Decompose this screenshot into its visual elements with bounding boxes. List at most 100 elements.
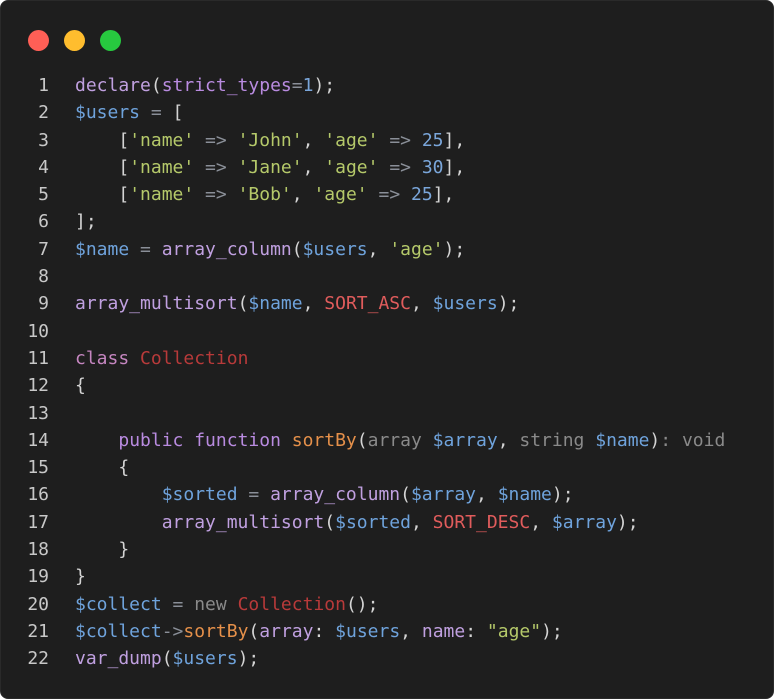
code-token: ( <box>150 75 162 96</box>
code-token: { <box>75 457 130 479</box>
minimize-button[interactable] <box>64 30 85 51</box>
line-source: array_multisort($sorted, SORT_DESC, $arr… <box>75 509 639 536</box>
code-token: , <box>400 620 422 642</box>
code-line: 14 public function sortBy(array $array, … <box>1 427 774 454</box>
line-source: array_multisort($name, SORT_ASC, $users)… <box>75 290 519 317</box>
code-token: new <box>194 593 238 615</box>
code-token: } <box>75 539 130 561</box>
code-token: 'age' <box>324 129 379 151</box>
code-token: { <box>75 375 86 397</box>
code-token: $sorted <box>161 484 238 506</box>
code-line: 20 $collect = new Collection(); <box>1 591 774 618</box>
code-token: ); <box>237 648 260 670</box>
code-token: , <box>302 293 325 315</box>
code-line: 4 ['name' => 'Jane', 'age' => 30], <box>1 154 774 181</box>
code-token: array_multisort <box>75 293 238 315</box>
code-token: ( <box>324 511 336 533</box>
code-token: public function <box>118 429 292 451</box>
code-line: 11 class Collection <box>1 345 774 372</box>
code-token: var_dump <box>75 648 162 670</box>
line-source: ['name' => 'Bob', 'age' => 25], <box>75 181 454 208</box>
code-token: : void <box>660 429 726 451</box>
code-line: 12 { <box>1 372 774 399</box>
code-line: 15 { <box>1 454 774 481</box>
code-token: $users <box>172 648 238 670</box>
line-source: ['name' => 'Jane', 'age' => 30], <box>75 154 465 181</box>
line-source: { <box>75 454 129 481</box>
code-line: 7 $name = array_column($users, 'age'); <box>1 236 774 263</box>
line-number: 19 <box>27 566 49 588</box>
maximize-button[interactable] <box>100 30 121 51</box>
line-number: 14 <box>27 429 49 451</box>
code-token: $name <box>248 293 303 315</box>
code-token: strict_types <box>161 75 292 96</box>
code-block: 1 declare(strict_types=1); 2 $users = [3 ['… <box>1 72 774 673</box>
code-token: ); <box>541 620 563 642</box>
code-token: $users <box>432 293 498 315</box>
code-token: [ <box>172 102 184 124</box>
code-line: 19} <box>1 563 774 590</box>
code-token: array_multisort <box>161 511 325 533</box>
line-source: } <box>75 563 86 590</box>
code-token: ); <box>313 75 336 96</box>
code-token: $collect <box>75 593 162 615</box>
code-token: Collection <box>140 347 249 369</box>
code-token: , <box>476 484 498 506</box>
code-line: 3 ['name' => 'John', 'age' => 25], <box>1 127 774 154</box>
code-token: ], <box>443 129 466 151</box>
line-source: $collect->sortBy(array: $users, name: "a… <box>75 618 563 645</box>
code-token: = <box>129 238 162 260</box>
code-line: 8 <box>1 263 774 290</box>
code-line: 16 $sorted = array_column($array, $name)… <box>1 481 774 508</box>
line-source: } <box>75 536 129 563</box>
code-line: 5 ['name' => 'Bob', 'age' => 25], <box>1 181 774 208</box>
code-token: ( <box>248 620 260 642</box>
line-number: 8 <box>38 266 49 288</box>
code-token: string <box>519 429 596 451</box>
line-number: 2 <box>38 102 49 124</box>
code-line: 13 <box>1 400 774 427</box>
code-token: , <box>410 293 433 315</box>
code-token: ( <box>356 429 368 451</box>
line-number: 5 <box>38 184 49 206</box>
line-number: 4 <box>38 156 49 178</box>
code-token: $array <box>410 484 476 506</box>
code-token: = <box>140 102 173 124</box>
code-token: : <box>313 620 336 642</box>
code-token: $users <box>302 238 368 260</box>
code-token: -> <box>161 620 184 642</box>
code-token: 30 <box>421 156 444 178</box>
code-line: 21 $collect->sortBy(array: $users, name: … <box>1 618 774 645</box>
close-button[interactable] <box>28 30 49 51</box>
line-source: ]; <box>75 208 97 235</box>
code-window: 1 declare(strict_types=1); 2 $users = [3 ['… <box>0 0 774 699</box>
code-token: , <box>302 129 325 151</box>
line-number: 3 <box>38 129 49 151</box>
line-source: ['name' => 'John', 'age' => 25], <box>75 127 465 154</box>
code-token: array <box>259 620 314 642</box>
code-token: $users <box>335 620 401 642</box>
line-number: 1 <box>38 75 49 96</box>
line-source: public function sortBy(array $array, str… <box>75 427 725 454</box>
line-source: var_dump($users); <box>75 645 259 672</box>
line-number: 12 <box>27 375 49 397</box>
code-token: => <box>194 156 238 178</box>
code-token: , <box>367 238 390 260</box>
code-token: ); <box>616 511 639 533</box>
code-token: => <box>378 156 422 178</box>
code-token: Collection <box>237 593 346 615</box>
code-token: ( <box>291 238 303 260</box>
code-token: => <box>378 129 422 151</box>
code-token: ( <box>400 484 411 506</box>
line-source: $users = [ <box>75 99 183 126</box>
code-line: 1 declare(strict_types=1); <box>1 72 774 99</box>
code-token: ); <box>551 484 574 506</box>
line-number: 11 <box>27 347 49 369</box>
line-number: 15 <box>27 457 49 479</box>
code-token: array_column <box>161 238 292 260</box>
line-source: class Collection <box>75 345 248 372</box>
code-token: $collect <box>75 620 162 642</box>
